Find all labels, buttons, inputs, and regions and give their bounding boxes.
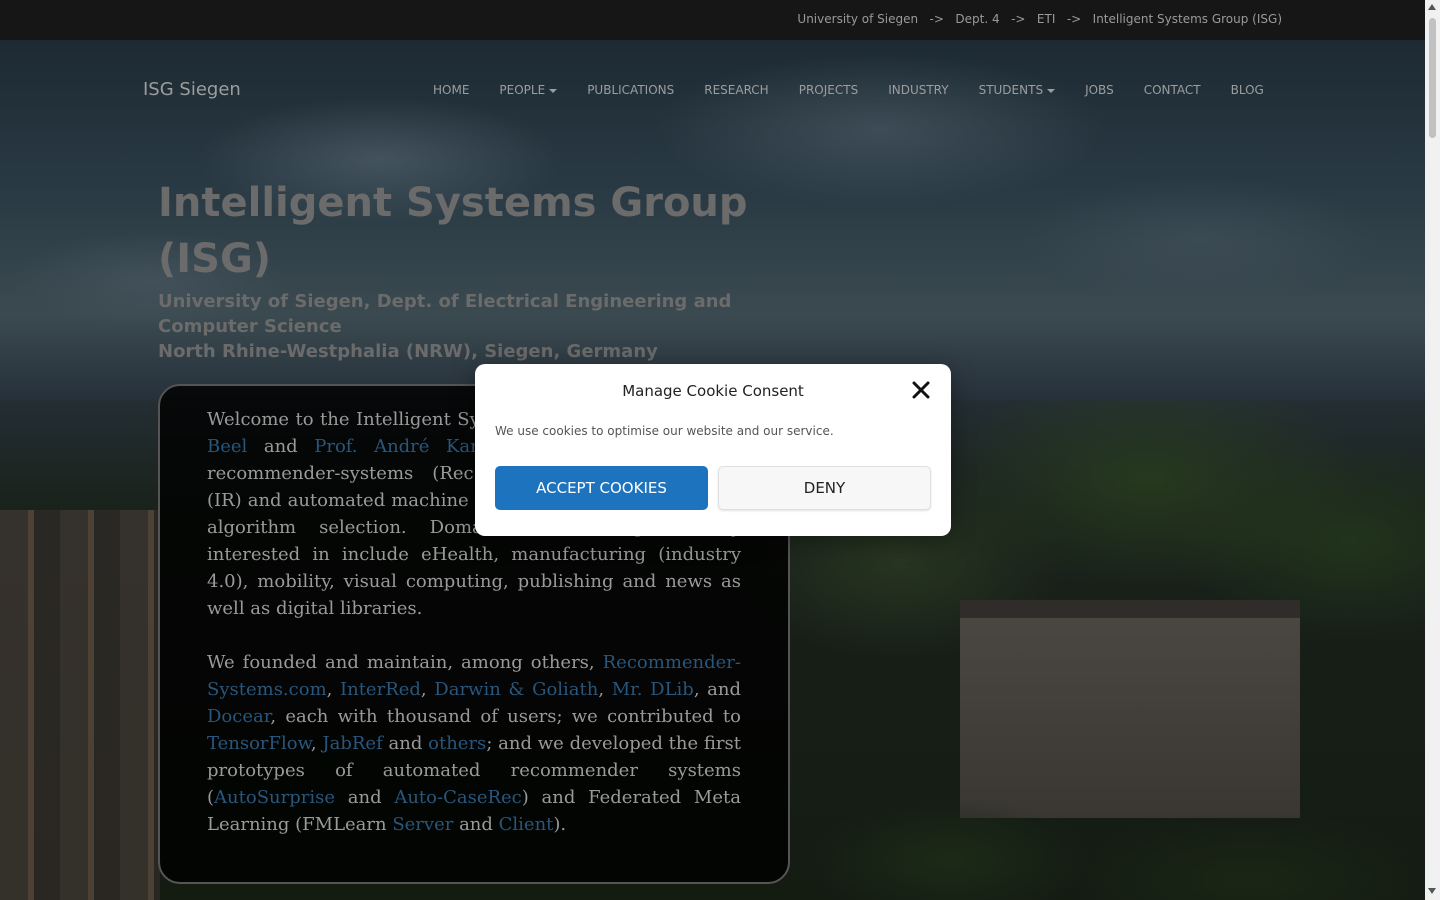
scrollbar-thumb[interactable] xyxy=(1429,18,1436,138)
brand-logo-text[interactable]: ISG Siegen xyxy=(143,79,241,100)
breadcrumb-isg[interactable]: Intelligent Systems Group (ISG) xyxy=(1093,12,1282,26)
caret-down-icon xyxy=(1047,88,1056,93)
link-jabref[interactable]: JabRef xyxy=(322,733,382,754)
close-icon[interactable] xyxy=(911,380,931,400)
link-interred[interactable]: InterRed xyxy=(340,679,421,700)
nav-blog[interactable]: BLOG xyxy=(1216,82,1279,98)
link-auto-caserec[interactable]: Auto-CaseRec xyxy=(394,787,521,808)
scroll-down-arrow-icon[interactable] xyxy=(1428,888,1436,894)
link-docear[interactable]: Docear xyxy=(207,706,270,727)
background-trees xyxy=(800,800,1425,900)
nav-contact[interactable]: CONTACT xyxy=(1129,82,1216,98)
breadcrumb-separator: -> xyxy=(1066,12,1082,26)
nav-home[interactable]: HOME xyxy=(418,82,484,98)
close-icon-svg xyxy=(912,381,930,399)
scroll-up-arrow-icon[interactable] xyxy=(1428,4,1436,10)
breadcrumb-dept[interactable]: Dept. 4 xyxy=(955,12,999,26)
top-bar: University of Siegen -> Dept. 4 -> ETI -… xyxy=(0,0,1425,40)
main-nav: HOME PEOPLE PUBLICATIONS RESEARCH PROJEC… xyxy=(418,82,1279,98)
background-building xyxy=(960,600,1300,818)
projects-paragraph: We founded and maintain, among others, R… xyxy=(207,652,742,835)
nav-industry[interactable]: INDUSTRY xyxy=(873,82,963,98)
accept-cookies-button[interactable]: ACCEPT COOKIES xyxy=(495,466,708,510)
nav-publications[interactable]: PUBLICATIONS xyxy=(572,82,689,98)
caret-down-icon xyxy=(549,88,558,93)
nav-jobs[interactable]: JOBS xyxy=(1070,82,1129,98)
nav-projects[interactable]: PROJECTS xyxy=(784,82,873,98)
page-title: Intelligent Systems Group (ISG) xyxy=(158,180,748,282)
cookie-dialog-title: Manage Cookie Consent xyxy=(622,382,804,400)
link-others[interactable]: others xyxy=(428,733,486,754)
link-darwin-goliath[interactable]: Darwin & Goliath xyxy=(434,679,598,700)
subtitle-affiliation: University of Siegen, Dept. of Electrica… xyxy=(158,291,732,337)
deny-cookies-button[interactable]: DENY xyxy=(718,466,931,510)
nav-students[interactable]: STUDENTS xyxy=(964,82,1070,98)
page-scrollbar[interactable] xyxy=(1425,0,1440,900)
breadcrumb-eti[interactable]: ETI xyxy=(1037,12,1055,26)
breadcrumb-university[interactable]: University of Siegen xyxy=(797,12,918,26)
nav-people[interactable]: PEOPLE xyxy=(484,82,572,98)
breadcrumb-separator: -> xyxy=(1011,12,1026,26)
background-houses xyxy=(0,510,160,900)
link-autosurprise[interactable]: AutoSurprise xyxy=(214,787,335,808)
subtitle-location: North Rhine-Westphalia (NRW), Siegen, Ge… xyxy=(158,341,658,362)
link-tensorflow[interactable]: TensorFlow xyxy=(207,733,311,754)
breadcrumb: University of Siegen -> Dept. 4 -> ETI -… xyxy=(797,12,1282,26)
cookie-consent-dialog: Manage Cookie Consent We use cookies to … xyxy=(475,364,951,536)
link-andre-karge[interactable]: Prof. André Karge xyxy=(314,436,501,457)
link-fmlearn-server[interactable]: Server xyxy=(392,814,453,835)
link-fmlearn-client[interactable]: Client xyxy=(499,814,554,835)
nav-research[interactable]: RESEARCH xyxy=(689,82,783,98)
cookie-dialog-message: We use cookies to optimise our website a… xyxy=(495,424,834,438)
link-mr-dlib[interactable]: Mr. DLib xyxy=(612,679,694,700)
breadcrumb-separator: -> xyxy=(929,12,944,26)
page-subtitle: University of Siegen, Dept. of Electrica… xyxy=(158,289,778,364)
